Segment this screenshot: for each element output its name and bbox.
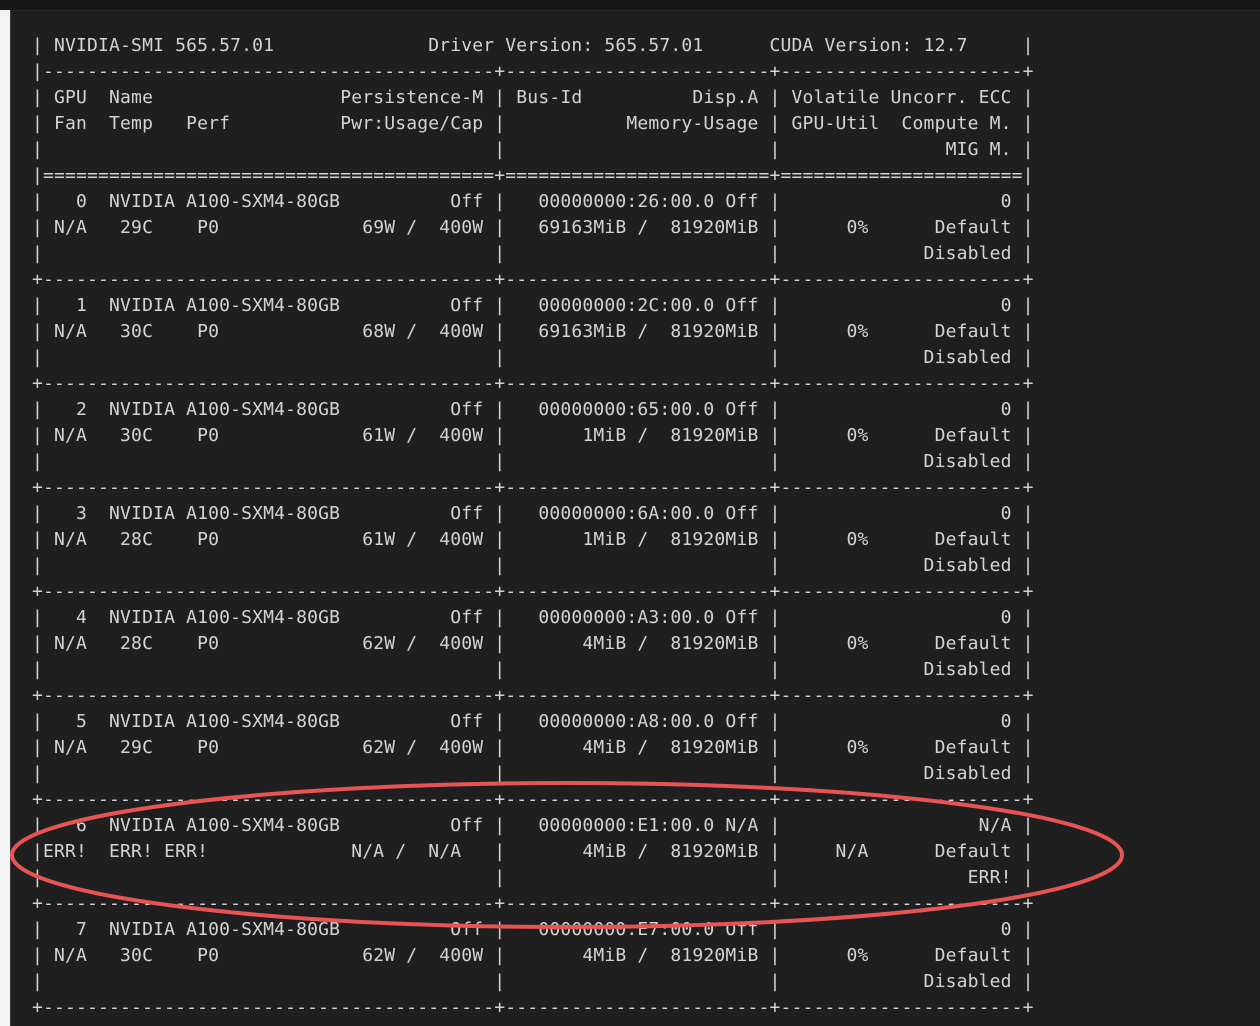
gpu-3-row: | N/A 28C P0 61W / 400W | 1MiB / 81920Mi… [32, 529, 1034, 550]
side-panel-edge [0, 10, 11, 1026]
gpu-1-row: | | | Disabled | [32, 347, 1034, 368]
gpu-3-row: | 3 NVIDIA A100-SXM4-80GB Off | 00000000… [32, 503, 1034, 524]
table-header-row: | Fan Temp Perf Pwr:Usage/Cap | Memory-U… [32, 113, 1034, 134]
gpu-4-row: | N/A 28C P0 62W / 400W | 4MiB / 81920Mi… [32, 633, 1034, 654]
gpu-0-row: | | | Disabled | [32, 243, 1034, 264]
table-separator: +---------------------------------------… [32, 893, 1034, 914]
gpu-0-row: | 0 NVIDIA A100-SXM4-80GB Off | 00000000… [32, 191, 1034, 212]
table-separator: +---------------------------------------… [32, 269, 1034, 290]
gpu-2-row: | 2 NVIDIA A100-SXM4-80GB Off | 00000000… [32, 399, 1034, 420]
gpu-6-row: | 6 NVIDIA A100-SXM4-80GB Off | 00000000… [32, 815, 1034, 836]
gpu-6-row: | | | ERR! | [32, 867, 1034, 888]
table-separator: +---------------------------------------… [32, 373, 1034, 394]
window-top-bar [0, 0, 1260, 11]
gpu-1-row: | 1 NVIDIA A100-SXM4-80GB Off | 00000000… [32, 295, 1034, 316]
table-separator: +---------------------------------------… [32, 685, 1034, 706]
gpu-0-row: | N/A 29C P0 69W / 400W | 69163MiB / 819… [32, 217, 1034, 238]
gpu-3-row: | | | Disabled | [32, 555, 1034, 576]
gpu-7-row: | | | Disabled | [32, 971, 1034, 992]
table-separator: +---------------------------------------… [32, 789, 1034, 810]
gpu-2-row: | | | Disabled | [32, 451, 1034, 472]
gpu-4-row: | 4 NVIDIA A100-SXM4-80GB Off | 00000000… [32, 607, 1034, 628]
gpu-2-row: | N/A 30C P0 61W / 400W | 1MiB / 81920Mi… [32, 425, 1034, 446]
gpu-4-row: | | | Disabled | [32, 659, 1034, 680]
gpu-5-row: | | | Disabled | [32, 763, 1034, 784]
gpu-6-row: |ERR! ERR! ERR! N/A / N/A | 4MiB / 81920… [32, 841, 1034, 862]
gpu-5-row: | 5 NVIDIA A100-SXM4-80GB Off | 00000000… [32, 711, 1034, 732]
gpu-1-row: | N/A 30C P0 68W / 400W | 69163MiB / 819… [32, 321, 1034, 342]
table-separator: +---------------------------------------… [32, 581, 1034, 602]
table-header-row: | | | MIG M. | [32, 139, 1034, 160]
gpu-5-row: | N/A 29C P0 62W / 400W | 4MiB / 81920Mi… [32, 737, 1034, 758]
table-header-separator: |=======================================… [32, 165, 1034, 186]
terminal-output: | NVIDIA-SMI 565.57.01 Driver Version: 5… [32, 33, 1034, 1021]
gpu-7-row: | 7 NVIDIA A100-SXM4-80GB Off | 00000000… [32, 919, 1034, 940]
table-separator: +---------------------------------------… [32, 997, 1034, 1018]
smi-version-line: | NVIDIA-SMI 565.57.01 Driver Version: 5… [32, 35, 1034, 56]
table-separator: +---------------------------------------… [32, 477, 1034, 498]
table-header-row: | GPU Name Persistence-M | Bus-Id Disp.A… [32, 87, 1034, 108]
gpu-7-row: | N/A 30C P0 62W / 400W | 4MiB / 81920Mi… [32, 945, 1034, 966]
table-separator: |---------------------------------------… [32, 61, 1034, 82]
